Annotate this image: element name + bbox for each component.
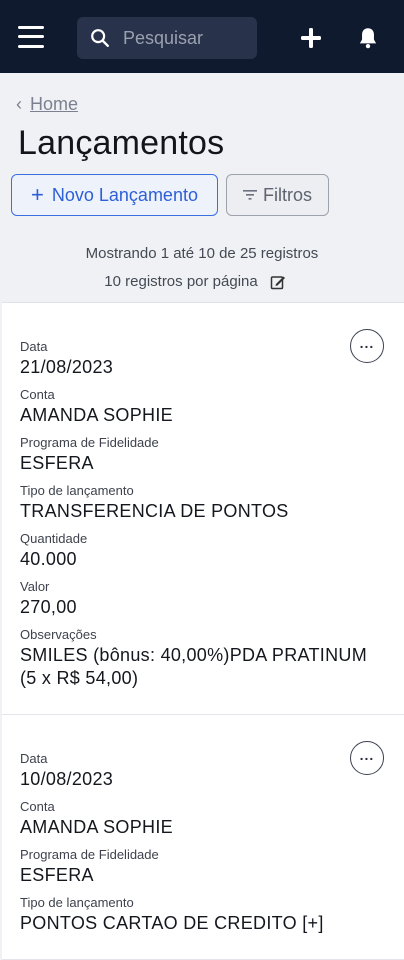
search-icon bbox=[91, 29, 109, 47]
field-label: Programa de Fidelidade bbox=[20, 847, 159, 862]
chevron-left-icon: ‹ bbox=[16, 94, 22, 114]
entry-account: AMANDA SOPHIE bbox=[20, 405, 173, 425]
per-page-row: 10 registros por página bbox=[0, 273, 390, 290]
filter-button[interactable]: Filtros bbox=[226, 174, 329, 216]
plus-icon: + bbox=[31, 182, 44, 207]
plus-icon[interactable] bbox=[299, 26, 323, 50]
entry-program: ESFERA bbox=[20, 453, 94, 473]
bell-icon[interactable] bbox=[355, 25, 381, 51]
field-label: Quantidade bbox=[20, 531, 88, 546]
field-label: Tipo de lançamento bbox=[20, 895, 134, 910]
entry-card: ... Data 21/08/2023 Conta AMANDA SOPHIE … bbox=[2, 303, 404, 715]
entry-type: PONTOS CARTAO DE CREDITO [+] bbox=[20, 913, 324, 933]
entry-quantity: 40.000 bbox=[20, 549, 77, 569]
entry-account: AMANDA SOPHIE bbox=[20, 817, 173, 837]
search-input[interactable] bbox=[123, 27, 243, 49]
ellipsis-icon: ... bbox=[359, 747, 375, 763]
entries-list: ... Data 21/08/2023 Conta AMANDA SOPHIE … bbox=[2, 302, 404, 960]
new-entry-button[interactable]: + Novo Lançamento bbox=[11, 174, 218, 216]
per-page-label: 10 registros por página bbox=[104, 273, 258, 290]
edit-icon[interactable] bbox=[270, 274, 286, 290]
filter-icon bbox=[243, 190, 257, 200]
entry-type: TRANSFERENCIA DE PONTOS bbox=[20, 501, 289, 521]
entry-card: ... Data 10/08/2023 Conta AMANDA SOPHIE … bbox=[2, 715, 404, 960]
ellipsis-icon: ... bbox=[359, 335, 375, 351]
page-title: Lançamentos bbox=[18, 124, 225, 162]
breadcrumb: ‹ Home bbox=[16, 94, 78, 115]
field-label: Conta bbox=[20, 387, 55, 402]
records-summary: Mostrando 1 até 10 de 25 registros bbox=[85, 245, 319, 262]
field-label: Valor bbox=[20, 579, 50, 594]
new-entry-label: Novo Lançamento bbox=[51, 184, 198, 205]
entry-program: ESFERA bbox=[20, 865, 94, 885]
search-box[interactable] bbox=[77, 17, 257, 59]
filter-label: Filtros bbox=[263, 184, 312, 205]
more-options-button[interactable]: ... bbox=[350, 741, 384, 775]
entry-value: 270,00 bbox=[20, 597, 77, 617]
menu-icon[interactable] bbox=[18, 25, 44, 48]
entry-date: 21/08/2023 bbox=[20, 357, 114, 377]
more-options-button[interactable]: ... bbox=[350, 329, 384, 363]
field-label: Data bbox=[20, 339, 48, 354]
field-label: Conta bbox=[20, 799, 55, 814]
top-navbar bbox=[0, 0, 404, 73]
entry-date: 10/08/2023 bbox=[20, 769, 114, 789]
field-label: Observações bbox=[20, 627, 97, 642]
field-label: Programa de Fidelidade bbox=[20, 435, 159, 450]
field-label: Data bbox=[20, 751, 48, 766]
breadcrumb-home-link[interactable]: Home bbox=[30, 94, 78, 115]
field-label: Tipo de lançamento bbox=[20, 483, 134, 498]
entry-notes: SMILES (bônus: 40,00%)PDA PRATINUM (5 x … bbox=[20, 645, 367, 688]
